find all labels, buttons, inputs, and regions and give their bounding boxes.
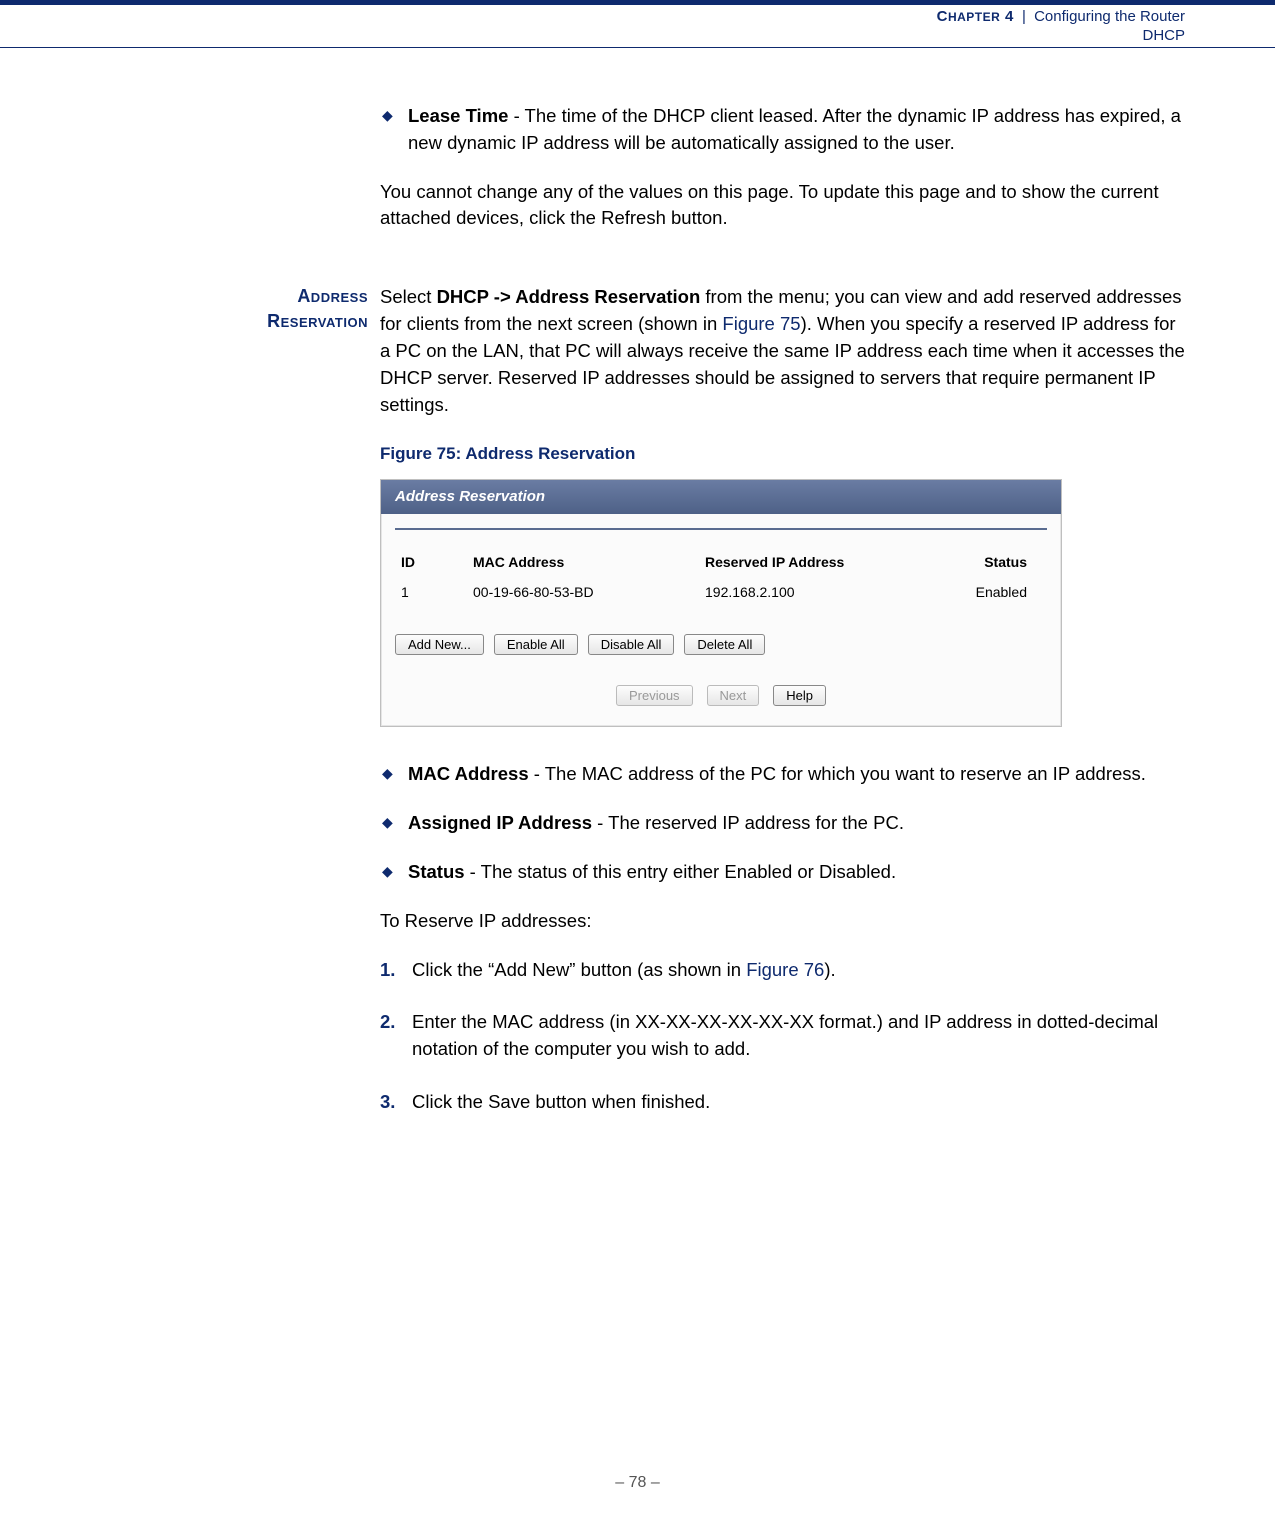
cell-status: Enabled — [911, 576, 1047, 608]
delete-all-button[interactable]: Delete All — [684, 634, 765, 655]
address-reservation-side-label: Address Reservation — [90, 284, 380, 333]
lease-time-desc: - The time of the DHCP client leased. Af… — [408, 105, 1181, 153]
status-item: Status - The status of this entry either… — [408, 859, 1185, 886]
page-header: CHAPTER 4 | Configuring the Router DHCP — [0, 0, 1275, 48]
lease-time-term: Lease Time — [408, 105, 508, 126]
table-row: 1 00-19-66-80-53-BD 192.168.2.100 Enable… — [395, 576, 1047, 608]
chapter-number: 4 — [1005, 8, 1014, 25]
cell-id: 1 — [395, 576, 467, 608]
step-1: Click the “Add New” button (as shown in … — [380, 957, 1185, 984]
reservation-table: ID MAC Address Reserved IP Address Statu… — [395, 548, 1047, 609]
refresh-note: You cannot change any of the values on t… — [380, 179, 1185, 233]
col-mac: MAC Address — [467, 548, 699, 576]
chapter-title: Configuring the Router — [1034, 8, 1185, 25]
steps-intro: To Reserve IP addresses: — [380, 908, 1185, 935]
ip-term: Assigned IP Address — [408, 812, 592, 833]
assigned-ip-item: Assigned IP Address - The reserved IP ad… — [408, 810, 1185, 837]
previous-button[interactable]: Previous — [616, 685, 693, 706]
step1-post: ). — [824, 959, 835, 980]
chapter-rest: HAPTER — [948, 10, 1000, 24]
intro-bold: DHCP -> Address Reservation — [437, 286, 701, 307]
panel-divider — [395, 528, 1047, 530]
page-number: – 78 – — [0, 1474, 1275, 1492]
step1-figref-link[interactable]: Figure 76 — [746, 959, 824, 980]
side-label-line2: Reservation — [90, 309, 368, 333]
header-pipe: | — [1022, 8, 1026, 25]
col-ip: Reserved IP Address — [699, 548, 911, 576]
side-label-line1: Address — [90, 284, 368, 308]
cell-ip: 192.168.2.100 — [699, 576, 911, 608]
router-screenshot: Address Reservation ID MAC Address Reser… — [380, 479, 1062, 727]
step-3: Click the Save button when finished. — [380, 1089, 1185, 1116]
step1-pre: Click the “Add New” button (as shown in — [412, 959, 746, 980]
intro-figref-link[interactable]: Figure 75 — [722, 313, 800, 334]
status-desc: - The status of this entry either Enable… — [465, 861, 897, 882]
step-2: Enter the MAC address (in XX-XX-XX-XX-XX… — [380, 1009, 1185, 1063]
mac-term: MAC Address — [408, 763, 529, 784]
col-id: ID — [395, 548, 467, 576]
mac-address-item: MAC Address - The MAC address of the PC … — [408, 761, 1185, 788]
disable-all-button[interactable]: Disable All — [588, 634, 675, 655]
address-reservation-intro: Select DHCP -> Address Reservation from … — [380, 284, 1185, 418]
col-status: Status — [911, 548, 1047, 576]
chapter-c: C — [937, 8, 948, 25]
figure-caption: Figure 75: Address Reservation — [380, 442, 1185, 467]
help-button[interactable]: Help — [773, 685, 826, 706]
mac-desc: - The MAC address of the PC for which yo… — [529, 763, 1146, 784]
cell-mac: 00-19-66-80-53-BD — [467, 576, 699, 608]
lease-time-item: Lease Time - The time of the DHCP client… — [408, 103, 1185, 157]
next-button[interactable]: Next — [707, 685, 760, 706]
ip-desc: - The reserved IP address for the PC. — [592, 812, 904, 833]
enable-all-button[interactable]: Enable All — [494, 634, 578, 655]
header-section: DHCP — [0, 27, 1185, 44]
panel-title: Address Reservation — [381, 480, 1061, 514]
intro-pre: Select — [380, 286, 437, 307]
add-new-button[interactable]: Add New... — [395, 634, 484, 655]
status-term: Status — [408, 861, 465, 882]
